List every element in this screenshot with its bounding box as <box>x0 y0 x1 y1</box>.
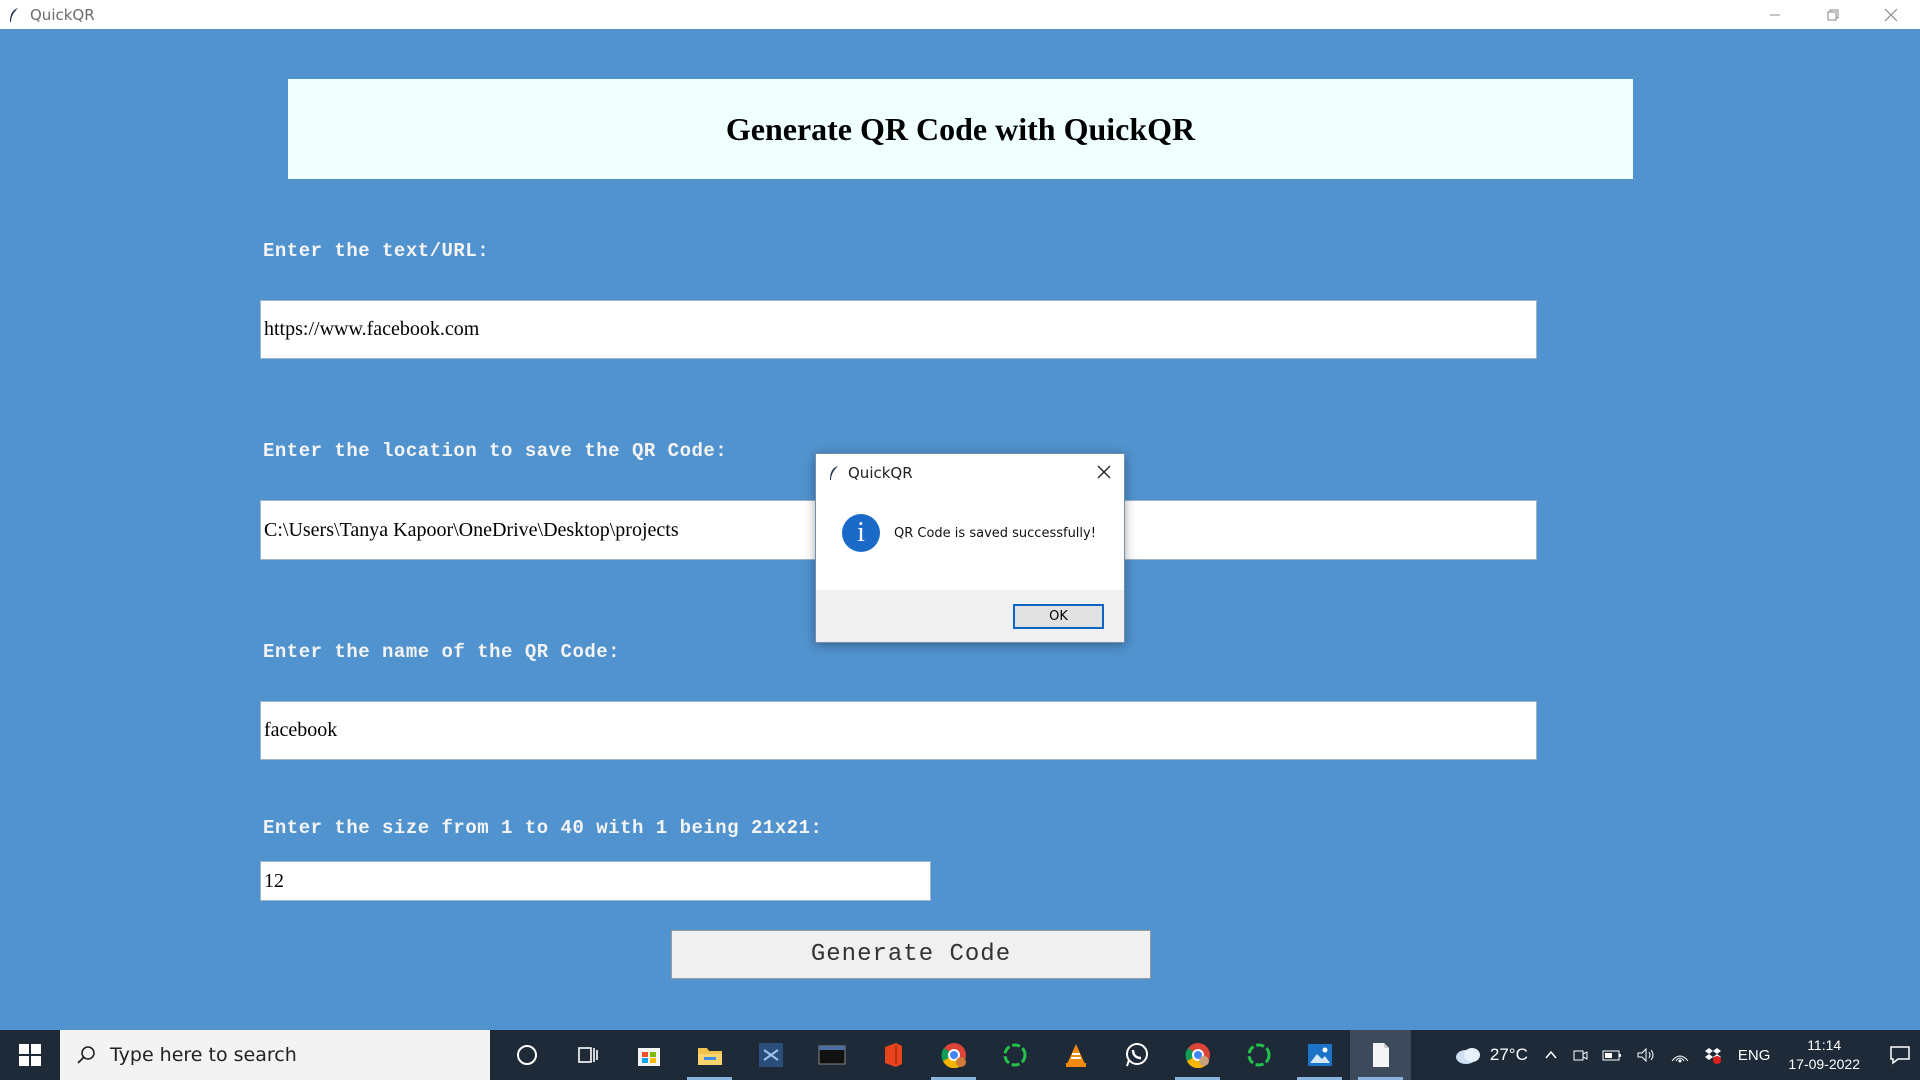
photos-icon[interactable] <box>1289 1030 1350 1080</box>
text-url-input[interactable]: https://www.facebook.com <box>260 300 1537 359</box>
wifi-icon[interactable] <box>1670 1047 1690 1063</box>
visual-studio-icon[interactable] <box>740 1030 801 1080</box>
restore-icon <box>1827 9 1839 20</box>
qr-name-input[interactable]: facebook <box>260 701 1537 760</box>
language-indicator[interactable]: ENG <box>1738 1047 1771 1064</box>
chrome-icon[interactable] <box>1167 1030 1228 1080</box>
vlc-icon[interactable] <box>1045 1030 1106 1080</box>
whatsapp-icon[interactable] <box>1106 1030 1167 1080</box>
close-button[interactable] <box>1862 0 1920 29</box>
qr-name-label: Enter the name of the QR Code: <box>263 641 621 663</box>
chrome-profile-icon[interactable] <box>923 1030 984 1080</box>
dialog-title: QuickQR <box>848 463 913 482</box>
close-icon[interactable] <box>1096 464 1112 480</box>
volume-icon[interactable] <box>1636 1047 1656 1063</box>
weather-widget[interactable]: 27°C <box>1454 1045 1528 1065</box>
page-title: Generate QR Code with QuickQR <box>725 110 1196 147</box>
header-panel: Generate QR Code with QuickQR <box>288 79 1633 179</box>
location-label: Enter the location to save the QR Code: <box>263 440 728 462</box>
weather-temp: 27°C <box>1489 1045 1528 1064</box>
cortana-icon[interactable] <box>496 1030 557 1080</box>
dialog-body: i QR Code is saved successfully! <box>816 491 1124 575</box>
ok-button[interactable]: OK <box>1013 604 1104 629</box>
close-icon <box>1884 8 1898 21</box>
tray-icons <box>1544 1046 1722 1064</box>
notification-center-button[interactable] <box>1880 1045 1920 1065</box>
clock[interactable]: 11:14 17-09-2022 <box>1788 1036 1860 1074</box>
cloud-icon <box>1455 1048 1480 1064</box>
file-explorer-icon[interactable] <box>679 1030 740 1080</box>
dialog-message: QR Code is saved successfully! <box>894 525 1096 541</box>
blank-document-icon[interactable] <box>1350 1030 1411 1080</box>
task-view-icon[interactable] <box>557 1030 618 1080</box>
taskbar: Type here to search 27°C ENG 11:14 17-09… <box>0 1030 1920 1080</box>
system-tray: 27°C ENG 11:14 17-09-2022 <box>1454 1030 1920 1080</box>
window-controls <box>1746 0 1920 29</box>
message-dialog: QuickQR i QR Code is saved successfully!… <box>815 453 1125 643</box>
meet-now-icon[interactable] <box>1572 1047 1588 1063</box>
battery-icon[interactable] <box>1602 1048 1622 1062</box>
store-icon[interactable] <box>618 1030 679 1080</box>
window-titlebar: QuickQR <box>0 0 1920 29</box>
notification-icon <box>1890 1046 1910 1065</box>
chevron-up-icon[interactable] <box>1544 1048 1558 1062</box>
minimize-icon <box>1770 14 1780 15</box>
dialog-titlebar: QuickQR <box>816 454 1124 491</box>
taskbar-apps <box>496 1030 1411 1080</box>
taskbar-search[interactable]: Type here to search <box>60 1030 490 1080</box>
feather-icon <box>828 465 842 481</box>
search-placeholder: Type here to search <box>110 1044 297 1066</box>
size-input[interactable]: 12 <box>260 861 931 901</box>
search-icon <box>77 1046 95 1064</box>
window-title: QuickQR <box>30 5 95 24</box>
feather-icon <box>6 7 22 23</box>
windows-logo-icon <box>19 1044 41 1066</box>
loader-app-2-icon[interactable] <box>1228 1030 1289 1080</box>
info-icon: i <box>842 514 880 552</box>
text-url-label: Enter the text/URL: <box>263 240 490 262</box>
mysql-icon[interactable] <box>801 1030 862 1080</box>
generate-code-button[interactable]: Generate Code <box>671 930 1151 979</box>
dialog-footer: OK <box>816 590 1124 642</box>
size-label: Enter the size from 1 to 40 with 1 being… <box>263 817 823 839</box>
start-button[interactable] <box>0 1030 60 1080</box>
minimize-button[interactable] <box>1746 0 1804 29</box>
dropbox-icon[interactable] <box>1704 1046 1722 1064</box>
loader-app-icon[interactable] <box>984 1030 1045 1080</box>
clock-time: 11:14 <box>1807 1037 1842 1053</box>
office-icon[interactable] <box>862 1030 923 1080</box>
clock-date: 17-09-2022 <box>1788 1056 1860 1072</box>
restore-button[interactable] <box>1804 0 1862 29</box>
